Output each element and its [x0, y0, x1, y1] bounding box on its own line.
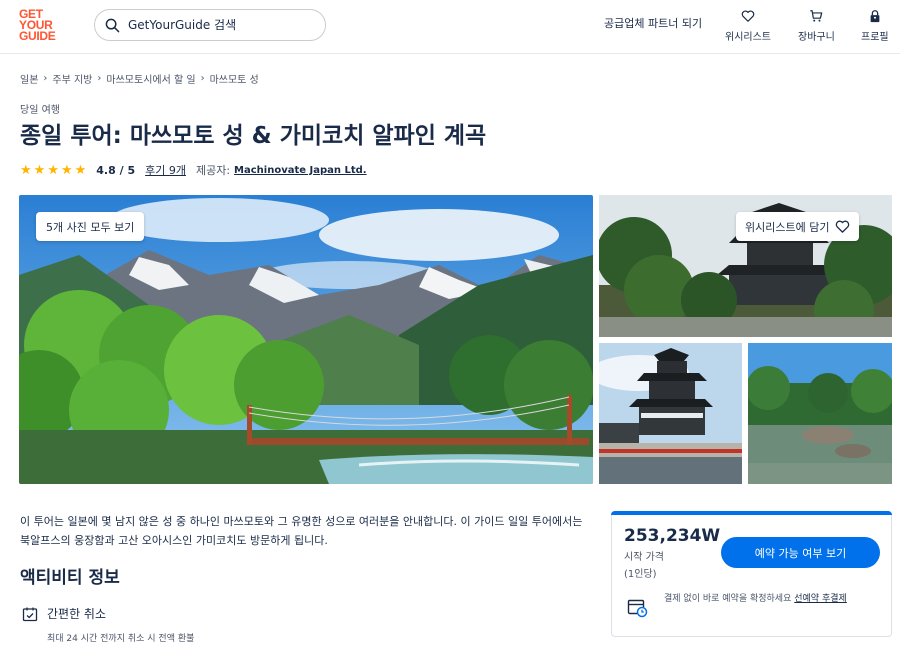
reserve-now-pay-later-link[interactable]: 선예약 후결제 [794, 594, 847, 604]
gallery-photo-castle-bridge[interactable] [599, 343, 742, 484]
heart-icon [836, 220, 850, 233]
getyourguide-logo[interactable]: GET YOUR GUIDE [19, 8, 63, 43]
breadcrumb-item[interactable]: 일본 [20, 71, 38, 86]
breadcrumb: 일본 › 주부 지방 › 마쓰모토시에서 할 일 › 마쓰모토 성 [20, 71, 259, 86]
rating-row: ★ ★ ★ ★ ★ 4.8 / 5 후기 9개 제공자: Machinovate… [20, 162, 367, 178]
see-all-photos-button[interactable]: 5개 사진 모두 보기 [36, 212, 145, 241]
price-from-label: 시작 가격 [624, 552, 664, 563]
feature-description: 최대 24 시간 전까지 취소 시 전액 환불 [47, 634, 195, 644]
chevron-right-icon: › [43, 73, 48, 84]
pond-photo [748, 343, 892, 484]
provider-label: 제공자: [195, 164, 231, 177]
calendar-clock-icon [627, 599, 648, 618]
reviews-link[interactable]: 후기 9개 [145, 162, 186, 178]
about-activity-title: 액티비티 정보 [20, 568, 120, 588]
star-icon: ★ [60, 162, 73, 178]
activity-description: 이 투어는 일본에 몇 남지 않은 성 중 하나인 마쓰모토와 그 유명한 성으… [20, 515, 583, 547]
breadcrumb-item[interactable]: 마쓰모토 성 [210, 71, 259, 86]
activity-category: 당일 여행 [20, 105, 60, 116]
search-input[interactable] [128, 18, 308, 32]
become-partner-link[interactable]: 공급업체 파트너 되기 [604, 15, 702, 31]
search-bar[interactable] [94, 9, 326, 41]
star-rating: ★ ★ ★ ★ ★ [20, 164, 86, 177]
page-title: 종일 투어: 마쓰모토 성 & 가미코치 알파인 계곡 [20, 123, 487, 149]
nav-profile-label: 프로필 [861, 32, 889, 43]
breadcrumb-item[interactable]: 주부 지방 [52, 71, 92, 86]
cart-icon [810, 10, 823, 22]
breadcrumb-item[interactable]: 마쓰모토시에서 할 일 [106, 71, 195, 86]
price-unit-label: (1인당) [624, 569, 657, 580]
nav-cart-label: 장바구니 [798, 32, 835, 43]
logo-line: GUIDE [19, 29, 56, 43]
add-to-wishlist-label: 위시리스트에 담기 [745, 220, 830, 234]
profile-icon [870, 10, 880, 23]
feature-free-cancellation: 간편한 취소 [22, 605, 106, 622]
feature-label: 간편한 취소 [47, 607, 107, 621]
provider-link[interactable]: Machinovate Japan Ltd. [234, 165, 367, 176]
star-icon: ★ [33, 162, 46, 178]
reserve-now-pay-later-text: 결제 없이 바로 예약을 확정하세요 선예약 후결제 [664, 592, 882, 607]
chevron-right-icon: › [97, 73, 102, 84]
booking-card: 253,234W 시작 가격 (1인당) 예약 가능 여부 보기 결제 없이 바… [611, 511, 892, 637]
reserve-text: 결제 없이 바로 예약을 확정하세요 [664, 594, 792, 604]
nav-wishlist-label: 위시리스트 [725, 32, 771, 43]
site-header: GET YOUR GUIDE 공급업체 파트너 되기 위시리스트 장바구니 프로… [0, 0, 900, 54]
star-icon: ★ [47, 162, 59, 178]
rating-value: 4.8 / 5 [96, 163, 136, 177]
search-icon [105, 18, 120, 32]
nav-profile[interactable]: 프로필 [861, 9, 889, 43]
nav-wishlist[interactable]: 위시리스트 [725, 9, 771, 43]
nav-cart[interactable]: 장바구니 [798, 9, 835, 43]
check-availability-button[interactable]: 예약 가능 여부 보기 [721, 537, 880, 568]
calendar-check-icon [22, 607, 38, 621]
heart-icon [741, 10, 755, 22]
star-icon: ★ [20, 162, 32, 178]
castle-bridge-photo [599, 343, 742, 484]
star-icon: ★ [74, 162, 87, 178]
chevron-right-icon: › [200, 73, 205, 84]
gallery-photo-pond[interactable] [748, 343, 892, 484]
add-to-wishlist-button[interactable]: 위시리스트에 담기 [736, 212, 860, 241]
price-value: 253,234W [624, 526, 721, 546]
